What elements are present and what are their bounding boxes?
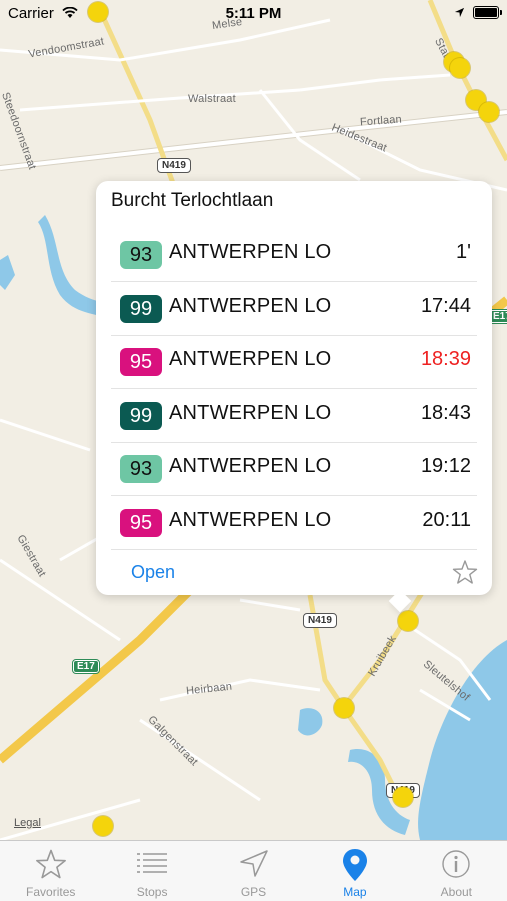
stop-marker[interactable] bbox=[93, 816, 113, 836]
tab-bar: Favorites Stops GPS Map About bbox=[0, 840, 507, 901]
tab-label: Map bbox=[343, 885, 367, 899]
status-bar: Carrier 5:11 PM bbox=[0, 0, 507, 28]
tab-favorites[interactable]: Favorites bbox=[0, 841, 101, 901]
status-right bbox=[454, 6, 502, 19]
main-road bbox=[0, 110, 507, 170]
tab-label: Stops bbox=[136, 885, 168, 899]
departure-time: 18:39 bbox=[420, 348, 471, 371]
stop-marker[interactable] bbox=[393, 787, 413, 807]
stop-callout: Burcht Terlochtlaan 93 ANTWERPEN LO 1' 99 AN… bbox=[96, 181, 492, 613]
battery-icon bbox=[473, 6, 502, 19]
departure-row[interactable]: 93 ANTWERPEN LO 1' bbox=[111, 227, 477, 282]
location-arrow-icon bbox=[239, 850, 268, 877]
list-icon bbox=[137, 853, 168, 873]
destination-label: ANTWERPEN LO bbox=[169, 455, 332, 478]
tab-label: GPS bbox=[240, 885, 267, 899]
line-badge: 99 bbox=[120, 401, 162, 430]
departure-row[interactable]: 95 ANTWERPEN LO 18:39 bbox=[111, 334, 477, 390]
destination-label: ANTWERPEN LO bbox=[169, 241, 332, 263]
departure-row[interactable]: 99 ANTWERPEN LO 17:44 bbox=[111, 281, 477, 336]
line-badge: 93 bbox=[120, 455, 162, 484]
tab-stops[interactable]: Stops bbox=[101, 841, 202, 901]
water-pond bbox=[0, 255, 15, 290]
tab-about[interactable]: About bbox=[406, 841, 507, 901]
destination-label: ANTWERPEN LO bbox=[169, 348, 332, 371]
stop-name: Burcht Terlochtlaan bbox=[111, 190, 274, 211]
departure-time: 17:44 bbox=[420, 294, 471, 317]
departure-time: 19:12 bbox=[420, 455, 471, 478]
stop-marker[interactable] bbox=[479, 102, 499, 122]
road-shield: N419 bbox=[157, 158, 191, 173]
departure-time: 18:43 bbox=[420, 401, 471, 424]
stop-marker[interactable] bbox=[450, 58, 470, 78]
departure-time: 20:11 bbox=[422, 509, 471, 531]
clock: 5:11 PM bbox=[225, 5, 282, 22]
destination-label: ANTWERPEN LO bbox=[169, 509, 332, 531]
line-badge: 95 bbox=[120, 348, 162, 377]
departure-row[interactable]: 93 ANTWERPEN LO 19:12 bbox=[111, 441, 477, 497]
star-icon bbox=[35, 849, 66, 879]
star-icon[interactable] bbox=[452, 559, 478, 585]
stop-marker[interactable] bbox=[334, 698, 354, 718]
destination-label: ANTWERPEN LO bbox=[169, 401, 332, 424]
tab-gps[interactable]: GPS bbox=[203, 841, 304, 901]
tab-map[interactable]: Map bbox=[304, 841, 405, 901]
street-label: Walstraat bbox=[188, 93, 236, 105]
tab-label: Favorites bbox=[26, 885, 76, 899]
departure-row[interactable]: 95 ANTWERPEN LO 20:11 bbox=[111, 495, 477, 550]
stop-marker[interactable] bbox=[398, 611, 418, 631]
highway-shield: E17 bbox=[72, 659, 100, 674]
destination-label: ANTWERPEN LO bbox=[169, 294, 332, 317]
location-services-icon bbox=[454, 7, 465, 18]
water-pond bbox=[298, 708, 323, 736]
info-icon bbox=[442, 850, 471, 878]
departure-row[interactable]: 99 ANTWERPEN LO 18:43 bbox=[111, 388, 477, 443]
line-badge: 99 bbox=[120, 294, 162, 323]
departure-time: 1' bbox=[456, 241, 471, 263]
road-shield: N419 bbox=[303, 613, 337, 628]
map-pin-icon bbox=[342, 849, 367, 881]
legal-link[interactable]: Legal bbox=[14, 817, 41, 829]
line-badge: 93 bbox=[120, 241, 162, 269]
open-stop-link[interactable]: Open bbox=[131, 562, 175, 583]
tab-label: About bbox=[440, 885, 472, 899]
line-badge: 95 bbox=[120, 509, 162, 537]
